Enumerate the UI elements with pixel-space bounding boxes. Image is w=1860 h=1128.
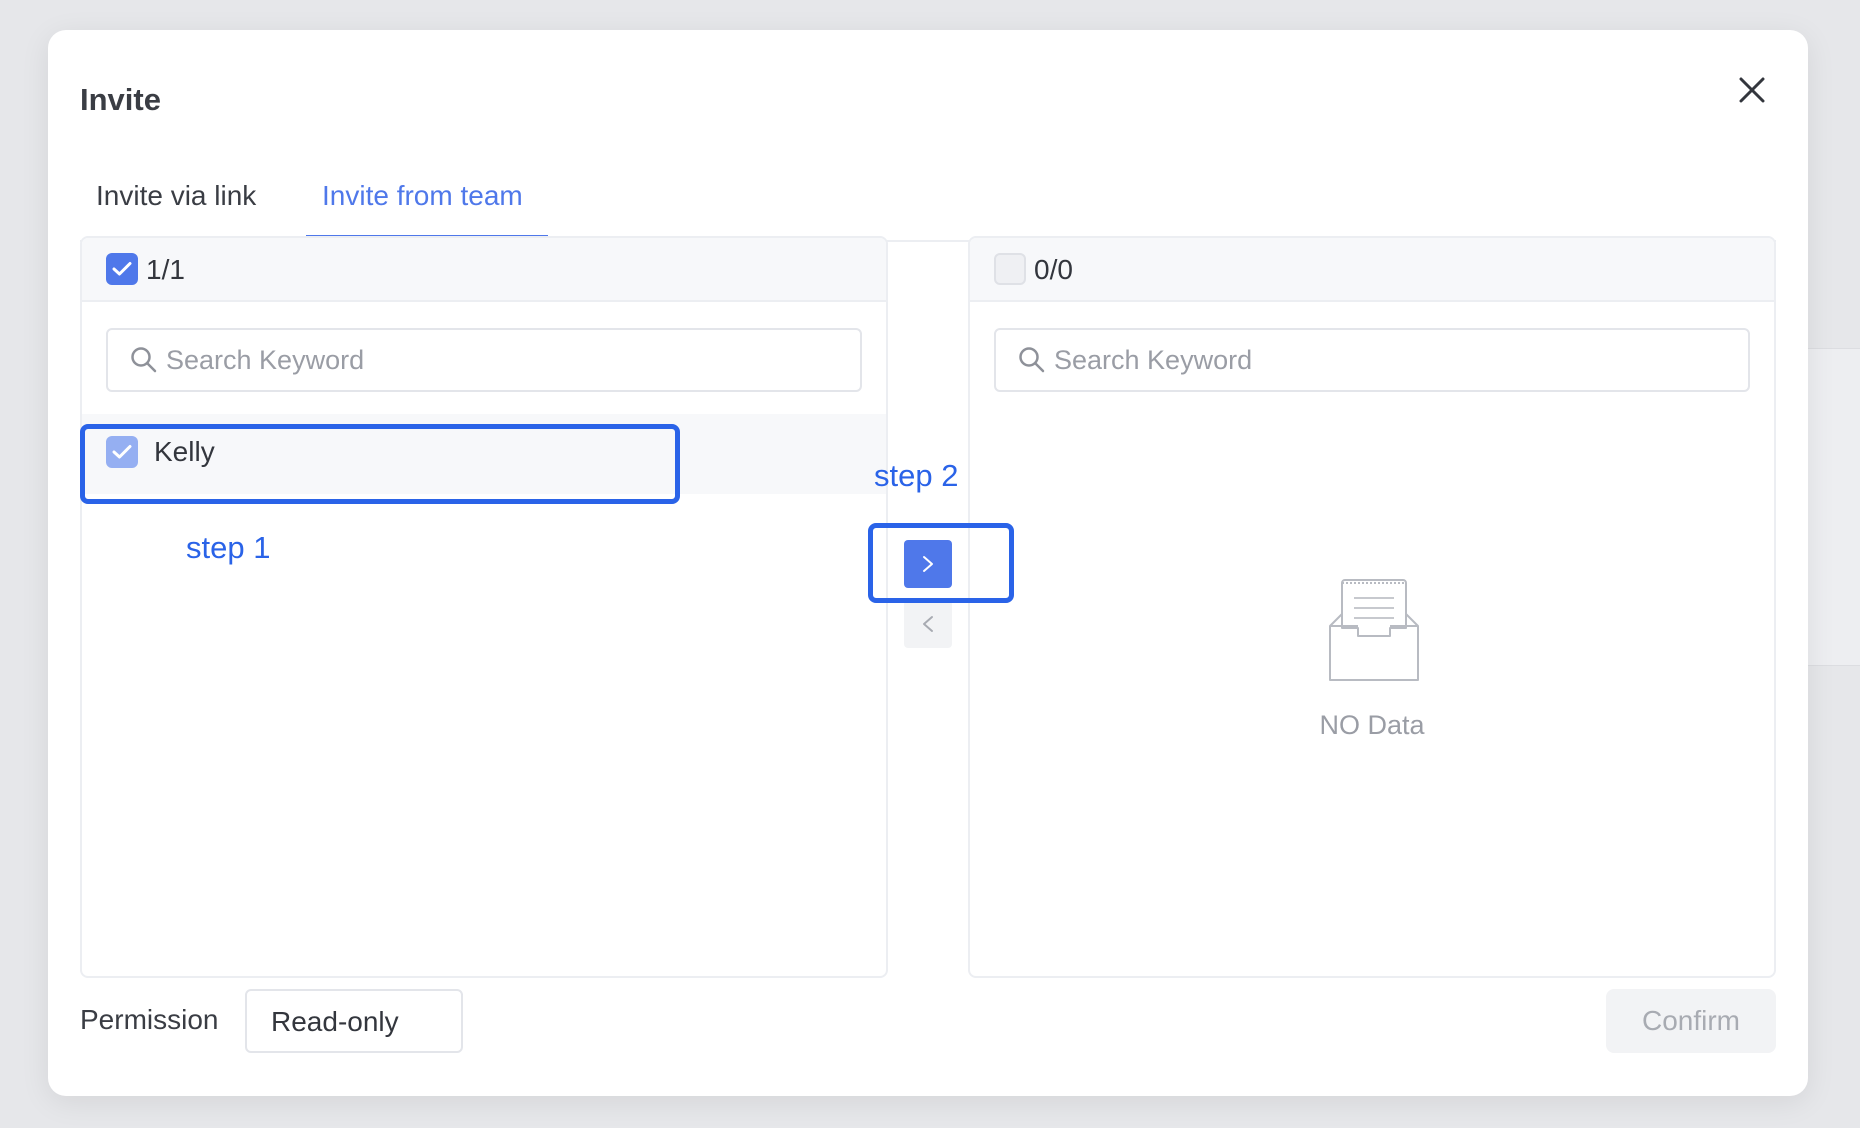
- step-2-label: step 2: [874, 458, 959, 493]
- close-icon: [1739, 77, 1765, 103]
- source-search-input[interactable]: [166, 340, 846, 380]
- tab-invite-from-team[interactable]: Invite from team: [322, 180, 523, 212]
- dialog-title: Invite: [80, 82, 161, 117]
- empty-inbox-icon: [1329, 579, 1419, 681]
- close-button[interactable]: [1728, 66, 1776, 114]
- target-search-box[interactable]: [994, 328, 1750, 392]
- move-to-left-button[interactable]: [904, 600, 952, 648]
- check-icon: [112, 262, 132, 276]
- source-select-all-checkbox[interactable]: [106, 253, 138, 285]
- item-checkbox[interactable]: [106, 436, 138, 468]
- source-panel-header: 1/1: [82, 238, 886, 302]
- search-icon: [131, 347, 157, 373]
- chevron-right-icon: [923, 556, 933, 572]
- target-select-all-checkbox[interactable]: [994, 253, 1026, 285]
- source-search-box[interactable]: [106, 328, 862, 392]
- list-item-label: Kelly: [154, 436, 215, 467]
- search-icon: [1019, 347, 1045, 373]
- target-search-input[interactable]: [1054, 340, 1734, 380]
- step-1-label: step 1: [186, 530, 271, 565]
- chevron-left-icon: [923, 616, 933, 632]
- move-to-right-button[interactable]: [904, 540, 952, 588]
- target-selection-count: 0/0: [1034, 254, 1073, 285]
- permission-label: Permission: [80, 1004, 219, 1035]
- invite-dialog: Invite Invite via link Invite from team …: [48, 30, 1808, 1096]
- tab-bar: Invite via link Invite from team: [80, 148, 1776, 242]
- check-icon: [112, 445, 132, 459]
- confirm-button[interactable]: Confirm: [1606, 989, 1776, 1053]
- target-list-panel: 0/0 NO Data: [968, 236, 1776, 978]
- source-list-panel: 1/1 Kelly: [80, 236, 888, 978]
- permission-select[interactable]: Read-only: [245, 989, 463, 1053]
- background-panel: [1800, 348, 1860, 666]
- source-selection-count: 1/1: [146, 254, 185, 285]
- tab-invite-via-link[interactable]: Invite via link: [96, 180, 256, 212]
- target-panel-header: 0/0: [970, 238, 1774, 302]
- list-item[interactable]: Kelly: [82, 414, 886, 494]
- empty-state-text: NO Data: [1319, 710, 1425, 740]
- permission-value: Read-only: [271, 1006, 399, 1037]
